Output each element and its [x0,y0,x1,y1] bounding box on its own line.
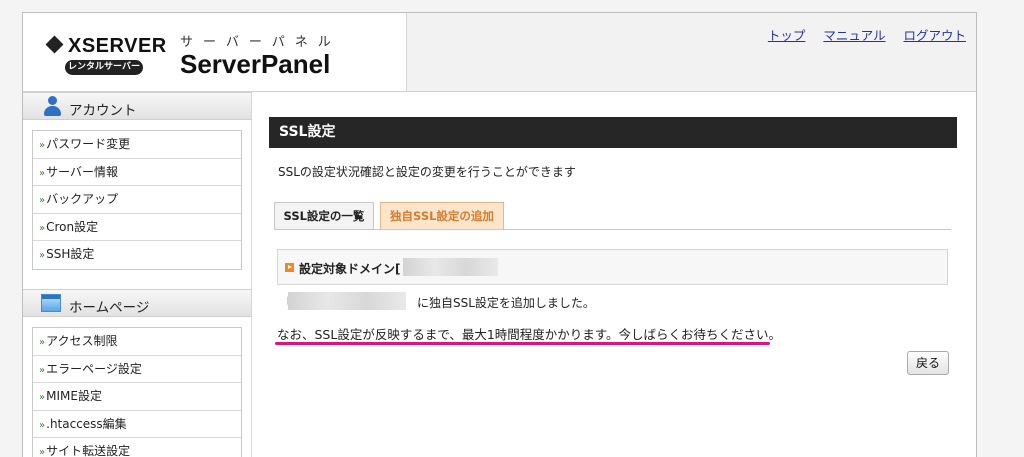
propagation-note: なお、SSL設定が反映するまで、最大1時間程度かかります。今しばらくお待ちくださ… [277,327,782,342]
sidebar-item-label: エラーページ設定 [46,361,142,376]
sidebar-item-label: バックアップ [46,192,119,206]
nav-link-manual[interactable]: マニュアル [823,28,885,43]
sidebar-item-label: アクセス制限 [46,334,118,348]
header: XSERVER レンタルサーバー サーバーパネル ServerPanel トップ… [23,13,976,92]
sidebar-item-label: サイト転送設定 [46,444,131,457]
arrow-icon: » [39,222,46,234]
product-kana: サーバーパネル [180,35,341,50]
page-description: SSLの設定状況確認と設定の変更を行うことができます [278,165,576,179]
back-button[interactable]: 戻る [907,351,949,375]
sidebar-item-password[interactable]: »パスワード変更 [33,131,241,159]
arrow-icon: » [39,195,46,206]
nav-link-top[interactable]: トップ [768,28,806,43]
server-panel-window: XSERVER レンタルサーバー サーバーパネル ServerPanel トップ… [22,12,977,457]
rental-server-badge: レンタルサーバー [65,60,143,75]
arrow-icon: » [39,337,46,348]
nav-link-logout[interactable]: ログアウト [903,28,966,43]
sidebar-section-account[interactable]: アカウント [23,92,251,120]
sidebar-item-error-page[interactable]: »エラーページ設定 [33,356,241,383]
sidebar-item-ssh[interactable]: »SSH設定 [33,241,241,269]
page-title: SSL設定 [269,117,957,148]
sidebar-item-label: Cron設定 [46,219,99,234]
arrow-icon: » [39,140,46,151]
sidebar: アカウント »パスワード変更 »サーバー情報 »バックアップ »Cron設定 »… [23,92,251,457]
arrow-icon: » [39,250,46,261]
header-logo-area: XSERVER レンタルサーバー サーバーパネル ServerPanel [23,13,406,91]
arrow-icon: » [39,364,46,376]
person-icon [43,96,61,116]
sidebar-divider [251,92,252,457]
sidebar-item-site-redirect[interactable]: »サイト転送設定 [33,438,241,457]
arrow-icon: » [39,167,46,179]
sidebar-item-htaccess[interactable]: ».htaccess編集 [33,411,241,438]
highlight-underline [275,342,770,345]
sidebar-section-title: アカウント [69,103,137,119]
redacted-domain [288,292,406,310]
sidebar-item-access-restriction[interactable]: »アクセス制限 [33,328,241,356]
target-domain-label: 設定対象ドメイン[ [299,262,401,276]
sidebar-section-title: ホームページ [69,300,150,316]
brand-name: XSERVER [68,35,167,57]
arrow-icon: » [39,447,46,457]
redacted-domain [403,258,498,276]
product-name: ServerPanel [180,49,331,79]
sidebar-item-cron[interactable]: »Cron設定 [33,214,241,241]
tab-add-ssl[interactable]: 独自SSL設定の追加 [380,202,504,229]
sidebar-item-backup[interactable]: »バックアップ [33,186,241,214]
sidebar-section-homepage[interactable]: ホームページ [23,289,251,317]
sidebar-item-server-info[interactable]: »サーバー情報 [33,159,241,186]
target-domain-box: 設定対象ドメイン[ [277,249,948,285]
xserver-logo-icon [45,35,64,54]
orange-arrow-icon [285,263,294,272]
sidebar-list-homepage: »アクセス制限 »エラーページ設定 »MIME設定 ».htaccess編集 »… [32,327,242,457]
top-nav: トップ マニュアル ログアウト [754,25,966,44]
arrow-icon: » [39,392,46,403]
tab-ssl-list[interactable]: SSL設定の一覧 [274,202,374,229]
arrow-icon: » [39,419,46,431]
webpage-icon [41,294,61,312]
sidebar-item-label: .htaccess編集 [46,416,127,431]
sidebar-item-label: サーバー情報 [46,164,119,179]
sidebar-item-label: SSH設定 [46,247,95,261]
sidebar-item-label: MIME設定 [46,389,102,403]
success-text: に独自SSL設定を追加しました。 [417,296,595,310]
sidebar-item-label: パスワード変更 [46,137,131,151]
tab-underline [274,229,951,230]
sidebar-list-account: »パスワード変更 »サーバー情報 »バックアップ »Cron設定 »SSH設定 [32,130,242,270]
sidebar-item-mime[interactable]: »MIME設定 [33,383,241,411]
header-nav-area: トップ マニュアル ログアウト [406,13,976,91]
